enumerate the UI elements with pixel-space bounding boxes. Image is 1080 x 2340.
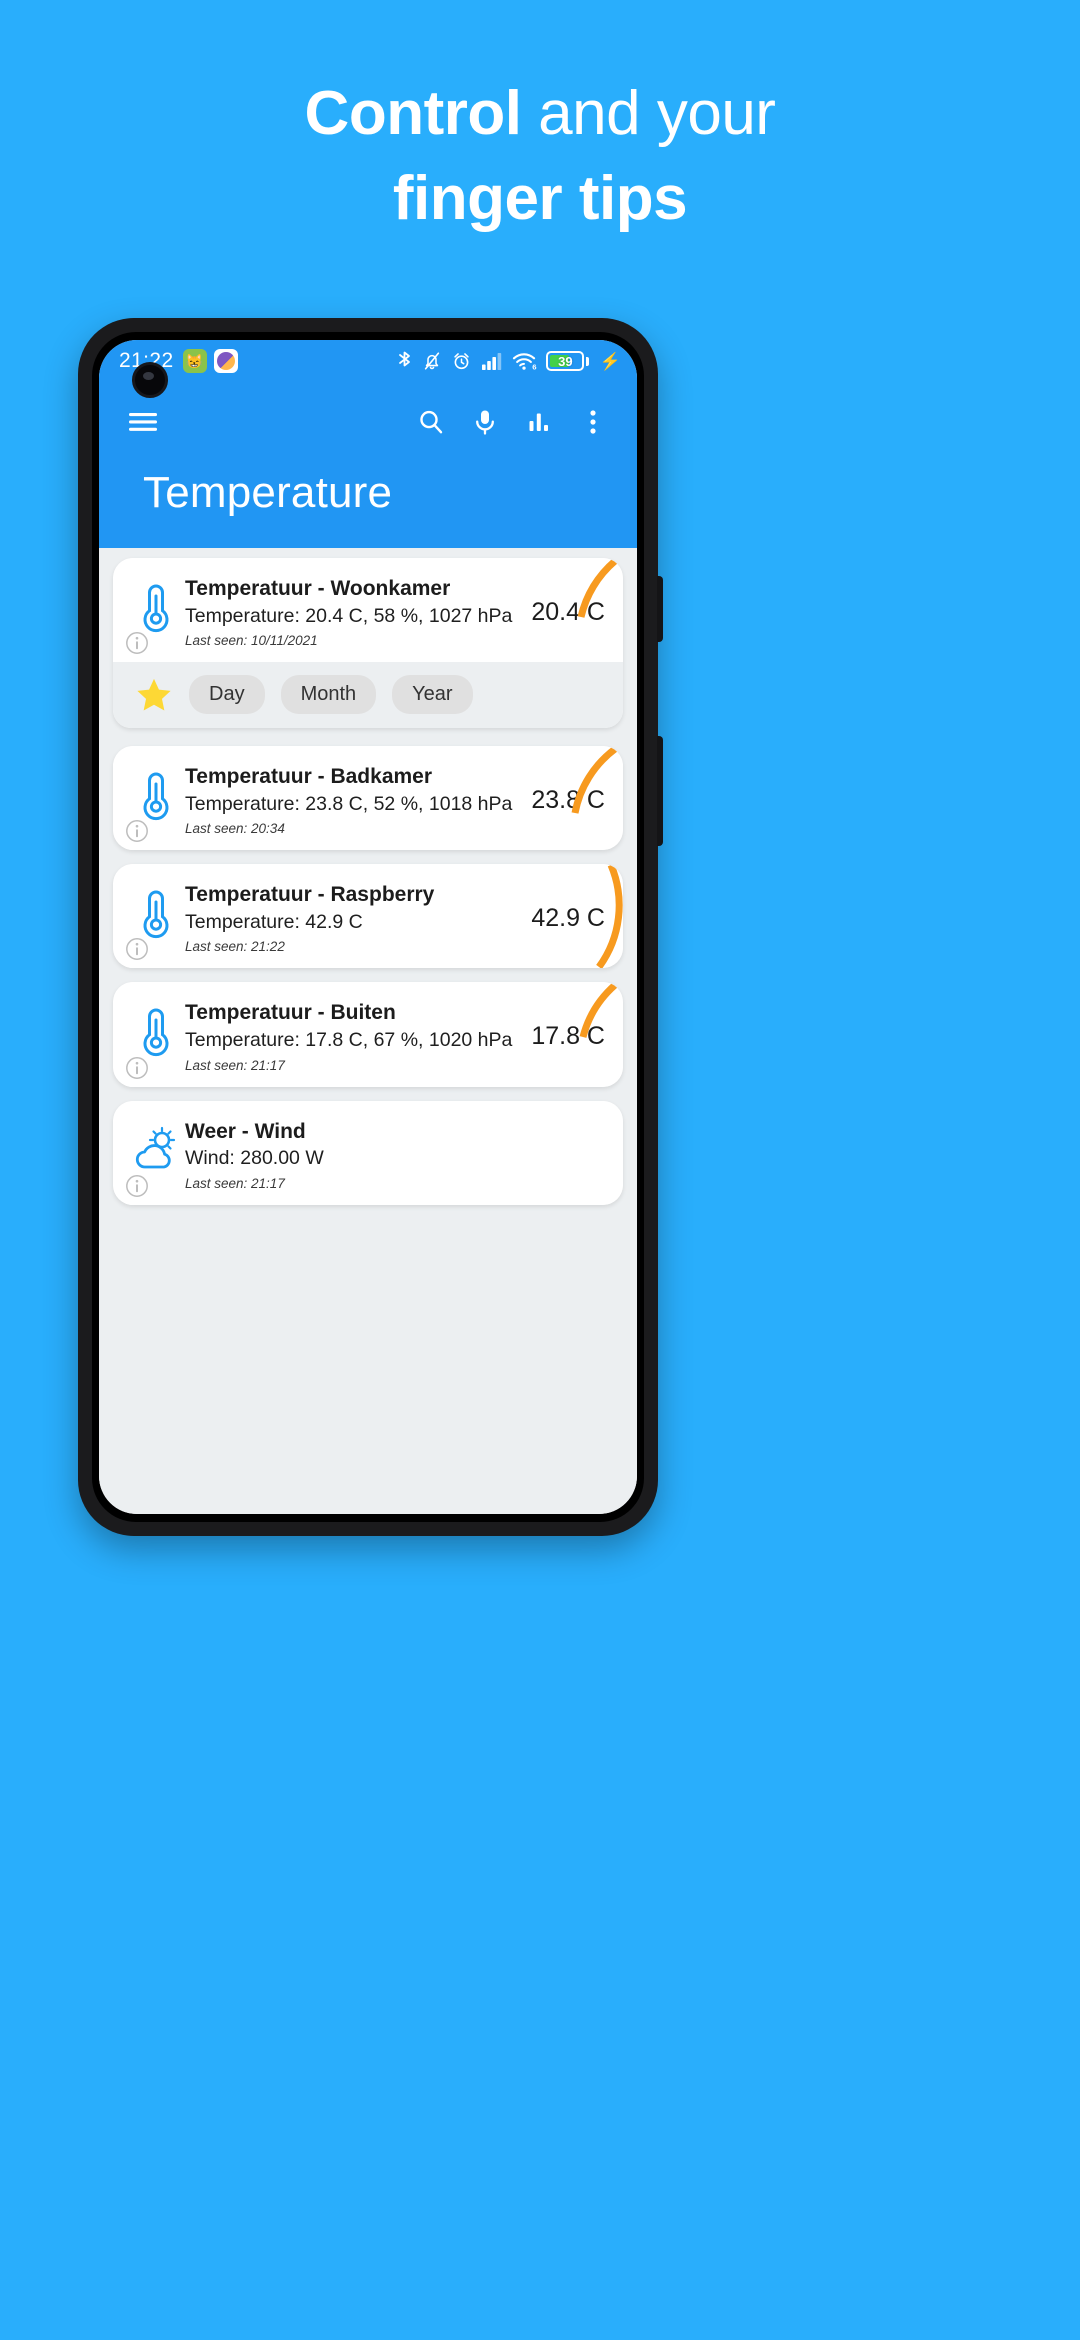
sensor-card-main[interactable]: Temperatuur - Badkamer Temperature: 23.8… [113, 746, 623, 851]
sensor-card-text: Temperatuur - Buiten Temperature: 17.8 C… [185, 1000, 527, 1072]
voice-search-button[interactable] [463, 400, 507, 444]
promo-headline: Control and your finger tips [0, 78, 1080, 235]
info-icon[interactable] [125, 937, 149, 961]
sensor-last-seen: Last seen: 10/11/2021 [185, 633, 318, 649]
info-icon[interactable] [125, 819, 149, 843]
sensor-card[interactable]: Temperatuur - Buiten Temperature: 17.8 C… [113, 982, 623, 1087]
thermometer-icon [143, 890, 169, 939]
sensor-icon-wrapper [127, 882, 185, 942]
bar-chart-icon [529, 413, 548, 431]
sensor-value: 42.9 C [531, 903, 605, 932]
sensor-list: Temperatuur - Woonkamer Temperature: 20.… [99, 548, 637, 1514]
app-bar: Temperature [99, 382, 637, 548]
sensor-icon-wrapper [127, 1119, 185, 1173]
wifi-6-icon: 6 [513, 353, 537, 371]
sensor-subtitle: Temperature: 23.8 C, 52 %, 1018 hPa [185, 792, 513, 815]
sensor-last-seen: Last seen: 21:22 [185, 939, 285, 955]
search-icon [420, 410, 443, 434]
chip-month[interactable]: Month [280, 675, 377, 715]
sensor-last-seen: Last seen: 21:17 [185, 1057, 285, 1073]
sensor-icon-wrapper [127, 764, 185, 824]
sensor-subtitle: Temperature: 20.4 C, 58 %, 1027 hPa [185, 604, 513, 627]
sensor-title: Temperatuur - Woonkamer [185, 577, 451, 600]
info-icon[interactable] [125, 631, 149, 655]
sensor-value: 17.8 C [531, 1021, 605, 1050]
promo-headline-line-2: finger tips [392, 164, 688, 234]
sensor-title: Temperatuur - Buiten [185, 1001, 396, 1025]
sensor-card-main[interactable]: Weer - Wind Wind: 280.00 W Last seen: 21… [113, 1100, 623, 1205]
sensor-card-main[interactable]: Temperatuur - Woonkamer Temperature: 20.… [113, 558, 623, 663]
sensor-last-seen: Last seen: 20:34 [185, 821, 285, 837]
overflow-menu-button[interactable] [571, 400, 615, 444]
svg-text:6: 6 [533, 363, 537, 371]
sensor-card[interactable]: Temperatuur - Woonkamer Temperature: 20.… [113, 558, 623, 729]
sensor-card-text: Weer - Wind Wind: 280.00 W Last seen: 21… [185, 1119, 601, 1191]
sensor-value: 20.4 C [531, 597, 605, 626]
thermometer-icon [143, 1008, 169, 1057]
status-bar-system-icons: 6 39 ⚡ [396, 350, 621, 372]
signal-bars-icon [482, 353, 502, 370]
info-icon[interactable] [125, 1174, 149, 1198]
sensor-subtitle: Wind: 280.00 W [185, 1147, 324, 1170]
sensor-card-text: Temperatuur - Woonkamer Temperature: 20.… [185, 576, 527, 648]
phone-volume-button [657, 736, 663, 846]
microphone-icon [476, 410, 494, 435]
sensor-title: Temperatuur - Raspberry [185, 883, 435, 907]
app-bar-actions [409, 400, 615, 444]
alarm-clock-icon [454, 353, 470, 370]
promo-headline-line-1: Control and your [0, 78, 1080, 149]
hamburger-menu-icon [129, 413, 157, 431]
phone-screen: 21:22 😸 6 39 ⚡ Temperature Temperatuur -… [99, 340, 637, 1514]
sensor-value: 23.8 C [531, 785, 605, 814]
promo-headline-bold: Control [304, 79, 522, 148]
sensor-subtitle: Temperature: 17.8 C, 67 %, 1020 hPa [185, 1029, 513, 1052]
phone-bezel: 21:22 😸 6 39 ⚡ Temperature Temperatuur -… [92, 332, 644, 1522]
sensor-icon-wrapper [127, 576, 185, 636]
charts-button[interactable] [517, 400, 561, 444]
sensor-icon-wrapper [127, 1000, 185, 1060]
battery-icon: 39 [546, 351, 589, 371]
range-chips-row: Day Month Year [113, 662, 623, 729]
sensor-card-text: Temperatuur - Badkamer Temperature: 23.8… [185, 764, 527, 836]
sensor-card[interactable]: Temperatuur - Raspberry Temperature: 42.… [113, 864, 623, 969]
info-icon[interactable] [125, 1056, 149, 1080]
promo-headline-rest: and your [521, 79, 776, 148]
favorite-star-icon[interactable] [135, 676, 173, 714]
thermometer-icon [143, 772, 169, 821]
sensor-subtitle: Temperature: 42.9 C [185, 911, 363, 934]
status-bar: 21:22 😸 6 39 ⚡ [99, 340, 637, 382]
sensor-card[interactable]: Weer - Wind Wind: 280.00 W Last seen: 21… [113, 1100, 623, 1205]
hamburger-menu-button[interactable] [121, 400, 165, 444]
thermometer-icon [143, 584, 169, 633]
sensor-card-text: Temperatuur - Raspberry Temperature: 42.… [185, 882, 527, 954]
battery-percent-label: 39 [558, 353, 573, 369]
gallery-app-icon [213, 349, 238, 373]
charging-bolt-icon: ⚡ [599, 351, 621, 371]
overflow-menu-icon [590, 410, 596, 434]
phone-mockup: 21:22 😸 6 39 ⚡ Temperature Temperatuur -… [78, 318, 663, 1536]
chip-year[interactable]: Year [392, 675, 473, 715]
sensor-card[interactable]: Temperatuur - Badkamer Temperature: 23.8… [113, 746, 623, 851]
cat-app-icon: 😸 [182, 349, 207, 373]
chip-day[interactable]: Day [189, 675, 265, 715]
front-camera-punch-hole [132, 362, 168, 398]
sensor-title: Temperatuur - Badkamer [185, 765, 433, 789]
page-title: Temperature [121, 446, 615, 548]
search-button[interactable] [409, 400, 453, 444]
sensor-card-main[interactable]: Temperatuur - Raspberry Temperature: 42.… [113, 864, 623, 969]
mute-bell-icon [425, 352, 440, 370]
phone-power-button [657, 576, 663, 642]
sensor-last-seen: Last seen: 21:17 [185, 1175, 285, 1191]
status-bar-notification-icons: 😸 [182, 349, 238, 373]
cloud-sun-icon [135, 1126, 176, 1168]
bluetooth-icon [399, 351, 411, 367]
sensor-card-main[interactable]: Temperatuur - Buiten Temperature: 17.8 C… [113, 982, 623, 1087]
sensor-title: Weer - Wind [185, 1119, 306, 1143]
